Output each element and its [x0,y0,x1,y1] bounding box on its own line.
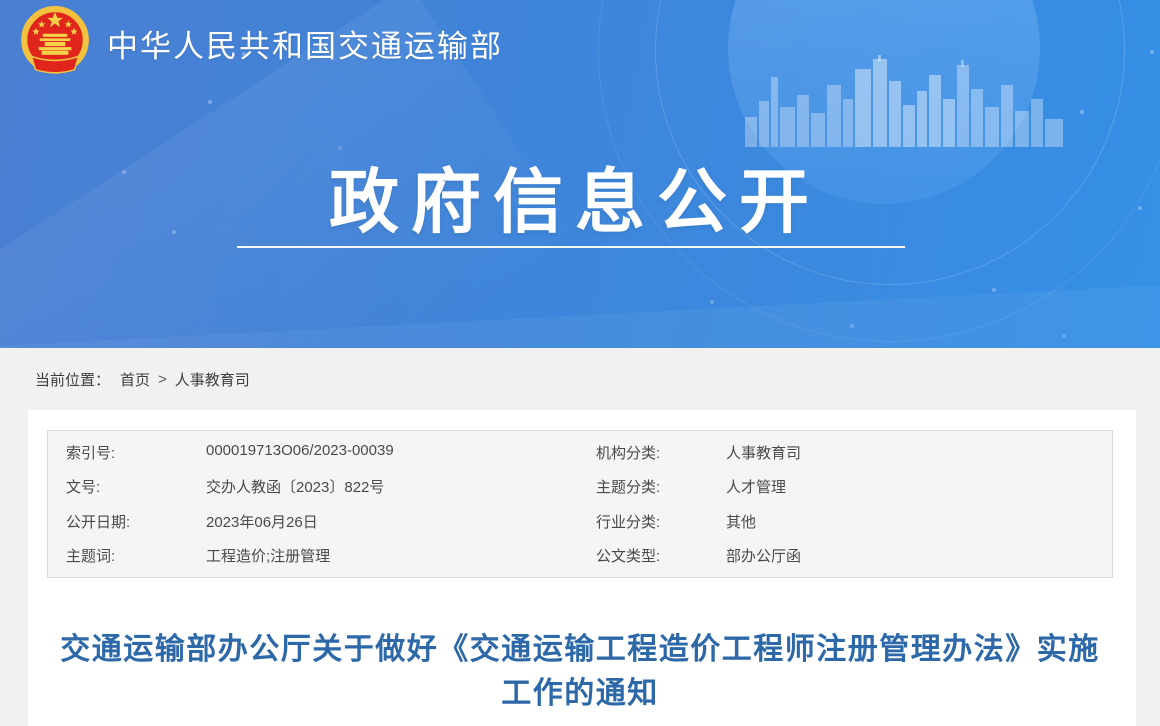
meta-row: 主题词: 工程造价;注册管理 公文类型: 部办公厅函 [48,539,1112,574]
banner-title-underline [237,246,905,248]
meta-field-industry-category: 行业分类: 其他 [578,511,1112,532]
meta-row: 公开日期: 2023年06月26日 行业分类: 其他 [48,504,1112,539]
site-brand[interactable]: 中华人民共和国交通运输部 [16,4,503,82]
meta-row: 文号: 交办人教函〔2023〕822号 主题分类: 人才管理 [48,470,1112,505]
breadcrumb-current-link[interactable]: 人事教育司 [175,369,250,390]
banner: 中华人民共和国交通运输部 政府信息公开 [0,0,1160,348]
meta-value: 人事教育司 [726,442,801,463]
meta-label: 公文类型: [596,545,726,566]
meta-row: 索引号: 000019713O06/2023-00039 机构分类: 人事教育司 [48,435,1112,470]
breadcrumb-label: 当前位置： [35,369,110,390]
meta-value: 交办人教函〔2023〕822号 [206,476,384,497]
document-meta-table: 索引号: 000019713O06/2023-00039 机构分类: 人事教育司… [47,430,1113,578]
meta-label: 机构分类: [596,442,726,463]
site-title: 中华人民共和国交通运输部 [107,21,503,66]
meta-field-index-number: 索引号: 000019713O06/2023-00039 [48,442,578,463]
meta-value: 部办公厅函 [726,545,801,566]
breadcrumb-separator: > [158,371,167,388]
meta-value: 2023年06月26日 [206,511,318,532]
meta-value: 工程造价;注册管理 [206,545,330,566]
breadcrumb: 当前位置： 首页 > 人事教育司 [0,348,1160,410]
meta-label: 公开日期: [66,511,206,532]
meta-value: 人才管理 [726,476,786,497]
city-skyline-illustration [745,55,1065,147]
breadcrumb-home-link[interactable]: 首页 [120,369,150,390]
meta-label: 主题词: [66,545,206,566]
meta-field-topic-category: 主题分类: 人才管理 [578,476,1112,497]
meta-label: 行业分类: [596,511,726,532]
meta-value: 000019713O06/2023-00039 [206,442,394,463]
meta-field-doc-type: 公文类型: 部办公厅函 [578,545,1112,566]
national-emblem-icon [16,4,94,82]
meta-label: 文号: [66,476,206,497]
meta-field-keywords: 主题词: 工程造价;注册管理 [48,545,578,566]
meta-field-org-category: 机构分类: 人事教育司 [578,442,1112,463]
meta-label: 主题分类: [596,476,726,497]
document-title: 交通运输部办公厅关于做好《交通运输工程造价工程师注册管理办法》实施工作的通知 [55,628,1105,716]
meta-label: 索引号: [66,442,206,463]
meta-field-publish-date: 公开日期: 2023年06月26日 [48,511,578,532]
banner-title: 政府信息公开 [0,146,1150,247]
meta-field-doc-number: 文号: 交办人教函〔2023〕822号 [48,476,578,497]
meta-value: 其他 [726,511,756,532]
